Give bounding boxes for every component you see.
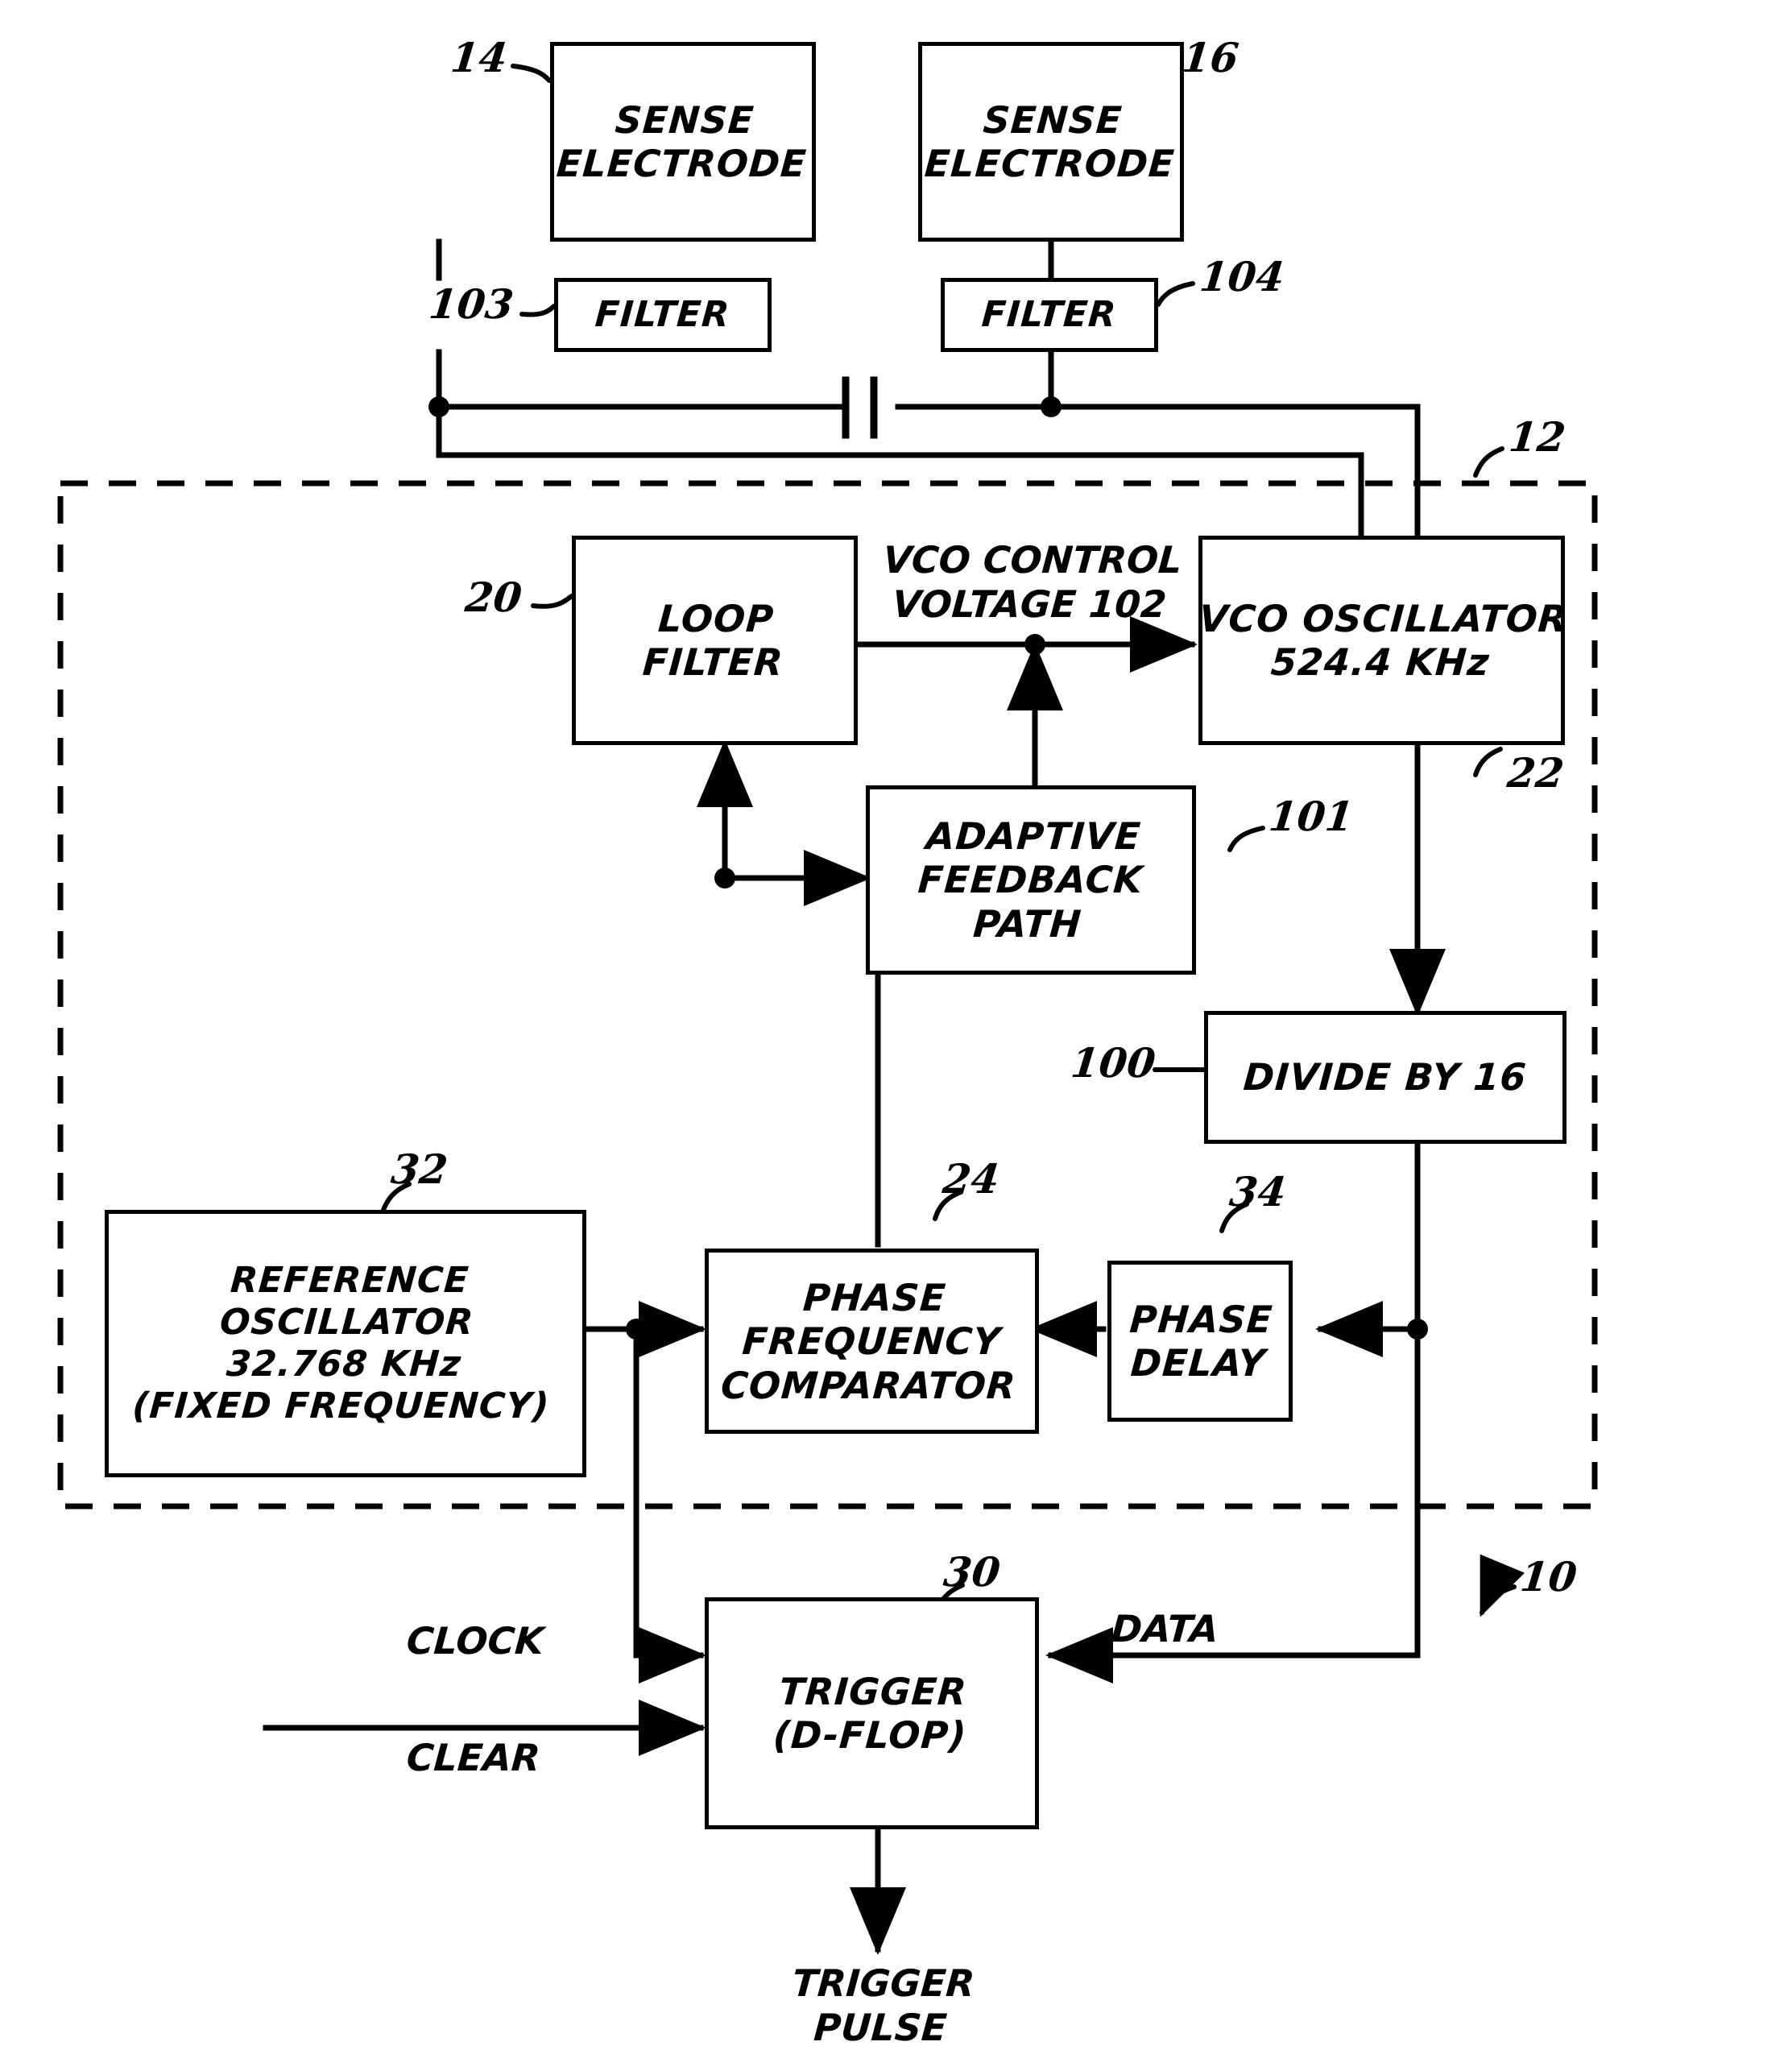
block-loop-filter[interactable]: LOOP FILTER [572,536,858,745]
block-divide-by-16[interactable]: DIVIDE BY 16 [1204,1011,1566,1144]
sense-electrode-right-label: SENSE ELECTRODE [923,97,1177,185]
block-phase-frequency-comparator[interactable]: PHASE FREQUENCY COMPARATOR [705,1249,1039,1434]
ref-numeral-12: 12 [1506,413,1568,461]
filter-right-label: FILTER [980,294,1119,336]
ref-numeral-10: 10 [1517,1553,1579,1601]
vco-control-voltage-label: VCO CONTROL VOLTAGE 102 [881,538,1184,627]
vco-oscillator-label: VCO OSCILLATOR 524.4 KHz [1197,596,1569,684]
ref-numeral-14: 14 [448,34,510,81]
ref-numeral-101: 101 [1266,793,1356,840]
reference-oscillator-label: REFERENCE OSCILLATOR 32.768 KHz (FIXED F… [130,1260,552,1427]
adaptive-feedback-path-label: ADAPTIVE FEEDBACK PATH [917,814,1145,946]
clear-label: CLEAR [405,1736,542,1779]
phase-delay-label: PHASE DELAY [1128,1297,1275,1385]
ref-numeral-30: 30 [941,1548,1003,1596]
ref-numeral-22: 22 [1504,749,1566,797]
divide-by-16-label: DIVIDE BY 16 [1242,1055,1529,1100]
phase-frequency-comparator-label: PHASE FREQUENCY COMPARATOR [719,1275,1018,1407]
data-label: DATA [1110,1607,1220,1650]
ref-numeral-24: 24 [940,1155,1002,1203]
ref-numeral-32: 32 [388,1145,450,1193]
ref-numeral-16: 16 [1179,34,1241,81]
patent-figure: SENSE ELECTRODE SENSE ELECTRODE FILTER F… [0,0,1792,2049]
sense-electrode-left-label: SENSE ELECTRODE [555,97,809,185]
ref-numeral-20: 20 [462,574,524,621]
block-sense-electrode-right[interactable]: SENSE ELECTRODE [918,42,1184,242]
block-phase-delay[interactable]: PHASE DELAY [1107,1261,1293,1422]
block-vco-oscillator[interactable]: VCO OSCILLATOR 524.4 KHz [1198,536,1569,745]
block-filter-right[interactable]: FILTER [941,278,1158,352]
trigger-pulse-label: TRIGGER PULSE [790,1961,976,2050]
block-trigger-d-flop[interactable]: TRIGGER (D-FLOP) [705,1597,1039,1829]
filter-left-label: FILTER [594,294,732,336]
block-adaptive-feedback-path[interactable]: ADAPTIVE FEEDBACK PATH [866,785,1196,975]
ref-numeral-34: 34 [1227,1168,1289,1216]
loop-filter-label: LOOP FILTER [641,596,785,684]
ref-numeral-100: 100 [1068,1039,1158,1087]
block-sense-electrode-left[interactable]: SENSE ELECTRODE [550,42,816,242]
ref-numeral-103: 103 [426,280,516,328]
ref-numeral-104: 104 [1197,253,1287,300]
trigger-d-flop-label: TRIGGER (D-FLOP) [772,1669,969,1757]
block-reference-oscillator[interactable]: REFERENCE OSCILLATOR 32.768 KHz (FIXED F… [105,1210,586,1477]
block-filter-left[interactable]: FILTER [554,278,772,352]
clock-label: CLOCK [405,1619,545,1663]
